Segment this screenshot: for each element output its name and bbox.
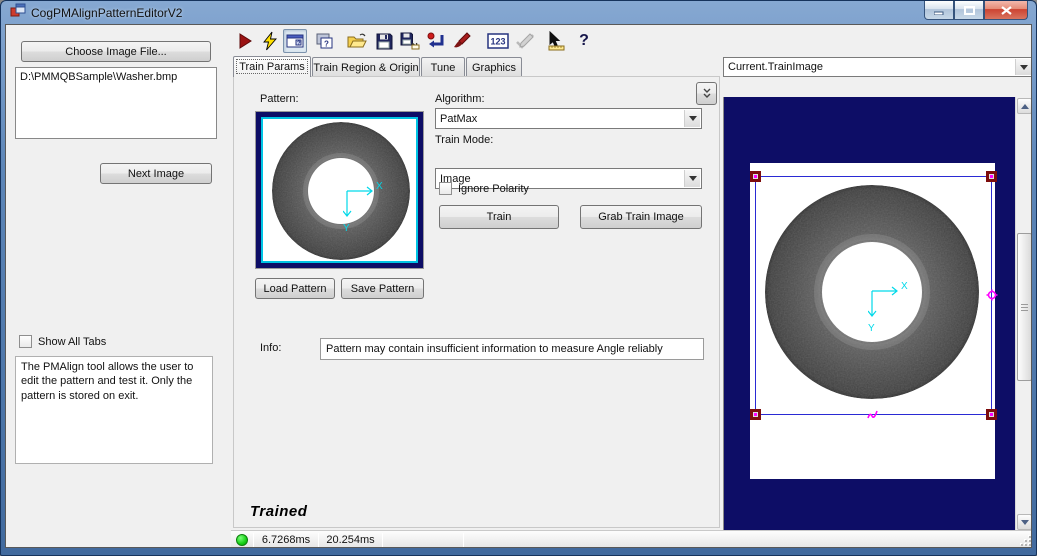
svg-text:X: X xyxy=(376,181,383,192)
tab-tune[interactable]: Tune xyxy=(421,57,465,77)
load-pattern-button[interactable]: Load Pattern xyxy=(255,278,335,299)
svg-text:?: ? xyxy=(297,41,301,47)
info-label: Info: xyxy=(260,342,282,354)
grab-train-image-button[interactable]: Grab Train Image xyxy=(580,205,702,229)
train-image-origin-axes[interactable]: X Y xyxy=(868,281,918,337)
posted-graphics-icon xyxy=(514,30,536,52)
image-selector-combobox[interactable]: Current.TrainImage xyxy=(723,57,1031,77)
edit-graphics-icon[interactable] xyxy=(451,30,473,52)
ignore-polarity-label: Ignore Polarity xyxy=(458,182,529,195)
reset-icon[interactable] xyxy=(425,30,447,52)
status-separator xyxy=(382,532,383,547)
save-as-icon[interactable] xyxy=(399,30,421,52)
train-mode-label: Train Mode: xyxy=(435,134,494,146)
app-window: CogPMAlignPatternEditorV2 Choose Image F… xyxy=(0,0,1037,556)
chevron-down-icon xyxy=(684,110,700,127)
algorithm-combobox[interactable]: PatMax xyxy=(435,108,702,129)
float-display-icon[interactable]: ? xyxy=(313,30,335,52)
ignore-polarity-checkbox[interactable] xyxy=(439,182,452,195)
svg-text:Y: Y xyxy=(343,223,350,234)
open-file-icon[interactable] xyxy=(346,30,368,52)
chevron-down-icon xyxy=(684,170,700,187)
image-file-listbox[interactable]: D:\PMMQBSample\Washer.bmp xyxy=(15,67,217,139)
save-pattern-button[interactable]: Save Pattern xyxy=(341,278,424,299)
minimize-button[interactable] xyxy=(924,1,954,20)
resize-grip[interactable] xyxy=(1019,534,1031,546)
image-file-path[interactable]: D:\PMMQBSample\Washer.bmp xyxy=(20,71,177,83)
run-icon[interactable] xyxy=(234,30,256,52)
tab-train-params[interactable]: Train Params xyxy=(233,56,311,77)
pointer-ruler-icon[interactable] xyxy=(545,30,567,52)
scroll-down-button[interactable] xyxy=(1017,514,1031,530)
region-handle-top-right[interactable] xyxy=(986,171,997,182)
region-handle-bottom-left[interactable] xyxy=(750,409,761,420)
expander-button[interactable] xyxy=(696,82,717,105)
close-button[interactable] xyxy=(984,1,1028,20)
chevron-down-icon xyxy=(1015,59,1031,75)
title-bar[interactable]: CogPMAlignPatternEditorV2 xyxy=(5,1,1032,24)
show-image-display-icon[interactable]: ? xyxy=(283,29,307,53)
svg-text:Y: Y xyxy=(868,323,875,334)
pattern-display[interactable]: X Y xyxy=(255,111,424,269)
status-bar: 6.7268ms 20.254ms xyxy=(231,530,1031,547)
maximize-button[interactable] xyxy=(954,1,984,20)
region-rotation-handle[interactable] xyxy=(986,289,998,301)
algorithm-label: Algorithm: xyxy=(435,93,485,105)
region-handle-top-left[interactable] xyxy=(750,171,761,182)
vertical-scroll-thumb[interactable] xyxy=(1017,233,1031,381)
choose-image-file-button[interactable]: Choose Image File... xyxy=(21,41,211,62)
status-separator xyxy=(463,532,464,547)
double-chevron-down-icon xyxy=(703,88,710,98)
svg-text:X: X xyxy=(901,281,908,292)
electric-run-icon[interactable] xyxy=(259,30,281,52)
help-icon[interactable]: ? xyxy=(573,30,595,52)
status-time-2: 20.254ms xyxy=(326,533,375,546)
show-results-icon[interactable]: 123 xyxy=(487,30,509,52)
save-file-icon[interactable] xyxy=(373,30,395,52)
tab-graphics[interactable]: Graphics xyxy=(466,57,522,77)
show-all-tabs-checkbox[interactable] xyxy=(19,335,32,348)
client-area: Choose Image File... D:\PMMQBSample\Wash… xyxy=(5,24,1032,548)
status-indicator-icon xyxy=(236,533,248,546)
scroll-up-button[interactable] xyxy=(1017,98,1031,114)
region-skew-handle[interactable] xyxy=(867,410,881,420)
show-all-tabs-label: Show All Tabs xyxy=(38,335,107,348)
results-icon-text: 123 xyxy=(491,37,506,47)
tool-description-text: The PMAlign tool allows the user to edit… xyxy=(15,356,213,464)
app-icon xyxy=(10,2,26,23)
status-time-1: 6.7268ms xyxy=(261,533,311,546)
next-image-button[interactable]: Next Image xyxy=(100,163,212,184)
pattern-label: Pattern: xyxy=(260,93,299,105)
pattern-origin-axes[interactable]: X Y xyxy=(343,181,393,237)
tab-train-region-origin[interactable]: Train Region & Origin xyxy=(312,57,420,77)
train-image-display[interactable]: X Y xyxy=(723,97,1031,547)
svg-text:?: ? xyxy=(324,40,329,49)
region-handle-bottom-right[interactable] xyxy=(986,409,997,420)
train-button[interactable]: Train xyxy=(439,205,559,229)
window-title: CogPMAlignPatternEditorV2 xyxy=(31,5,183,20)
trained-status-text: Trained xyxy=(250,503,308,520)
train-params-page: Pattern: X Y Load Pattern Save Pattern A… xyxy=(233,76,720,528)
vertical-scrollbar[interactable] xyxy=(1015,97,1031,531)
info-textbox[interactable]: Pattern may contain insufficient informa… xyxy=(320,338,704,360)
